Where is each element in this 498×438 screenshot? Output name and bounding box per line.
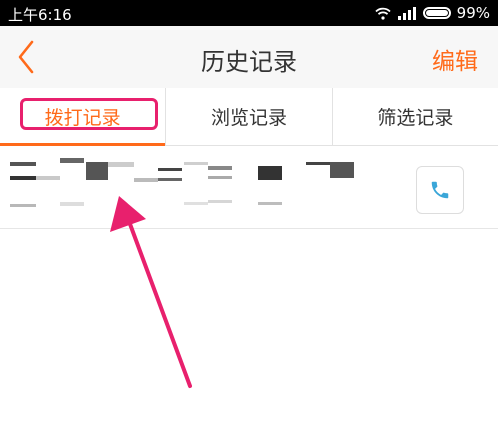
status-bar: 上午6:16 99% — [0, 0, 498, 26]
tab-label: 拨打记录 — [44, 107, 121, 129]
chevron-left-icon — [18, 40, 34, 74]
tab-call-records[interactable]: 拨打记录 — [0, 88, 166, 146]
status-time: 上午6:16 — [8, 6, 72, 24]
status-icons: 99% — [375, 4, 490, 22]
battery-level: 99% — [456, 4, 490, 22]
phone-icon — [431, 181, 449, 199]
tab-label: 浏览记录 — [210, 107, 287, 129]
list-item[interactable] — [0, 146, 498, 229]
tab-bar: 拨打记录 浏览记录 筛选记录 — [0, 88, 498, 146]
battery-icon — [422, 7, 451, 19]
back-button[interactable] — [12, 38, 42, 76]
tab-label: 筛选记录 — [377, 107, 454, 129]
call-button[interactable] — [416, 166, 464, 214]
page-title: 历史记录 — [201, 48, 297, 76]
edit-button[interactable]: 编辑 — [432, 42, 478, 76]
wifi-icon — [375, 7, 391, 20]
app-header: 历史记录 编辑 — [0, 26, 498, 88]
tab-filter-records[interactable]: 筛选记录 — [331, 88, 498, 145]
tab-browse-records[interactable]: 浏览记录 — [165, 88, 331, 145]
signal-icon — [397, 6, 416, 20]
